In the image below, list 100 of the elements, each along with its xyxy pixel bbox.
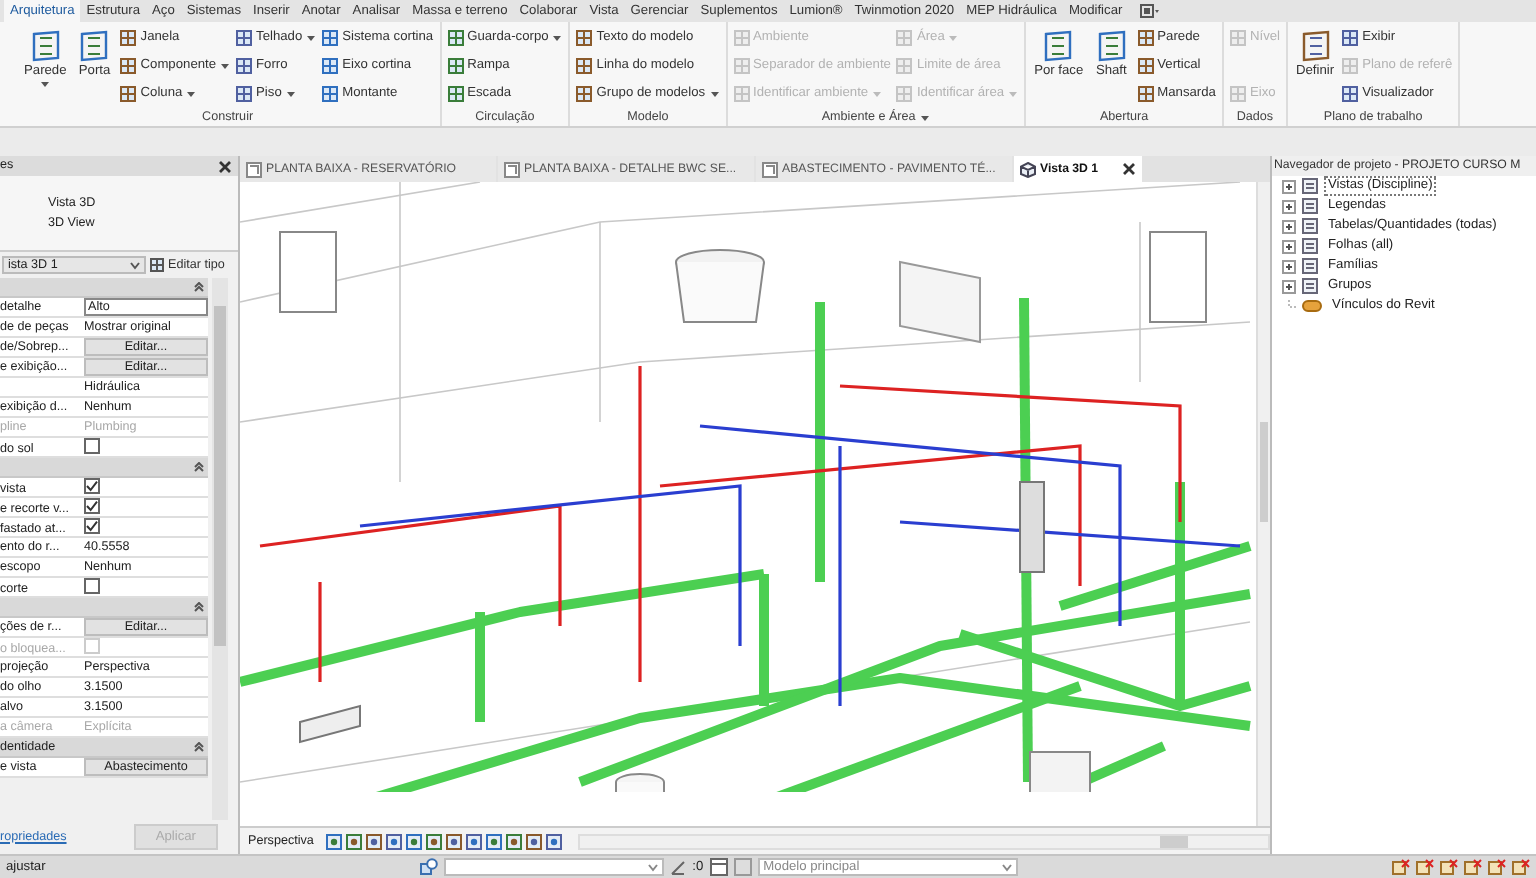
grid-icon <box>1137 30 1154 46</box>
checkbox[interactable] <box>84 518 100 534</box>
grid-icon <box>1137 58 1154 74</box>
grid-icon <box>120 58 137 74</box>
grid-icon <box>896 30 913 46</box>
grid-icon <box>733 30 750 46</box>
angle-icon <box>670 859 687 875</box>
scrollbar[interactable] <box>212 278 228 820</box>
view-control-icon[interactable] <box>385 833 402 849</box>
view-control-icon[interactable] <box>325 833 342 849</box>
window-icon[interactable] <box>709 858 728 876</box>
selection-filter-icon[interactable] <box>1440 858 1459 876</box>
list-icon <box>1302 178 1318 194</box>
grid-icon <box>150 258 164 272</box>
grid-icon <box>896 86 913 102</box>
grid-icon <box>1342 86 1359 102</box>
caret-icon <box>919 113 930 121</box>
grid-icon <box>236 86 253 102</box>
caret-icon <box>552 34 563 42</box>
view-control-icon[interactable] <box>525 833 542 849</box>
checkbox[interactable] <box>84 438 100 454</box>
grid-icon <box>322 58 339 74</box>
chevron-icon <box>1001 863 1012 871</box>
view-control-icon[interactable] <box>405 833 422 849</box>
panel-icon <box>1093 28 1130 64</box>
grid-icon <box>896 58 913 74</box>
checkbox[interactable] <box>84 498 100 514</box>
caret-icon <box>948 34 959 42</box>
collapse-icon[interactable] <box>194 742 204 752</box>
grid-icon <box>1342 30 1359 46</box>
panel-icon <box>27 28 64 64</box>
close-icon[interactable] <box>1122 162 1137 176</box>
grid-icon <box>322 30 339 46</box>
view-control-icon[interactable] <box>425 833 442 849</box>
checkbox[interactable] <box>84 478 100 494</box>
grid-icon <box>1229 30 1246 46</box>
grid-icon <box>1342 58 1359 74</box>
collapse-icon[interactable] <box>194 282 204 292</box>
grid-icon <box>1229 86 1246 102</box>
view-control-icon[interactable] <box>545 833 562 849</box>
list-icon <box>1302 238 1318 254</box>
cube-icon <box>1020 161 1036 177</box>
caret-icon <box>285 90 296 98</box>
caret-icon <box>220 62 231 70</box>
grid-icon <box>236 58 253 74</box>
workset-icon[interactable] <box>420 858 439 876</box>
document-icon <box>762 161 778 177</box>
caret-icon <box>40 80 51 88</box>
panel-icon <box>1297 28 1334 64</box>
document-icon <box>504 161 520 177</box>
view-control-icon[interactable] <box>365 833 382 849</box>
scrollbar[interactable] <box>1256 182 1270 826</box>
grid-icon <box>1137 86 1154 102</box>
list-icon <box>1302 258 1318 274</box>
selection-filter-icon[interactable] <box>1488 858 1507 876</box>
view-control-icon[interactable] <box>445 833 462 849</box>
list-icon <box>1302 198 1318 214</box>
selection-filter-icon[interactable] <box>1416 858 1435 876</box>
grid-icon <box>322 86 339 102</box>
panel-toggle-icon[interactable] <box>1140 4 1161 18</box>
selection-filter-icon[interactable] <box>1464 858 1483 876</box>
grid-icon <box>576 30 593 46</box>
expand-icon[interactable] <box>1282 199 1296 213</box>
caret-icon <box>186 90 197 98</box>
scrollbar[interactable] <box>577 833 1270 849</box>
grid-icon <box>733 86 750 102</box>
collapse-icon[interactable] <box>194 602 204 612</box>
selection-filter-icon[interactable] <box>1392 858 1411 876</box>
grid-icon <box>236 30 253 46</box>
collapse-icon[interactable] <box>194 462 204 472</box>
caret-icon <box>306 34 317 42</box>
list-icon <box>1302 278 1318 294</box>
caret-icon <box>872 90 883 98</box>
document-icon <box>246 161 262 177</box>
caret-icon <box>1008 90 1019 98</box>
grid-icon <box>576 86 593 102</box>
grid-icon <box>447 86 464 102</box>
selection-filter-icon[interactable] <box>1512 858 1531 876</box>
expand-icon[interactable] <box>1282 239 1296 253</box>
chevron-icon <box>648 863 659 871</box>
expand-icon[interactable] <box>1282 179 1296 193</box>
expand-icon[interactable] <box>1282 219 1296 233</box>
panel-icon <box>76 28 113 64</box>
grid-icon <box>733 58 750 74</box>
expand-icon[interactable] <box>1282 259 1296 273</box>
grid-icon <box>447 30 464 46</box>
list-icon <box>1302 218 1318 234</box>
grid-icon <box>576 58 593 74</box>
close-icon[interactable] <box>218 159 232 173</box>
link-icon <box>1302 300 1322 312</box>
view-control-icon[interactable] <box>505 833 522 849</box>
grid-icon <box>447 58 464 74</box>
view-control-icon[interactable] <box>465 833 482 849</box>
view-control-icon[interactable] <box>485 833 502 849</box>
panel-icon <box>1040 28 1077 64</box>
expand-icon[interactable] <box>1282 279 1296 293</box>
grid-icon <box>120 86 137 102</box>
caret-icon <box>709 90 720 98</box>
view-control-icon[interactable] <box>345 833 362 849</box>
checkbox[interactable] <box>84 578 100 594</box>
